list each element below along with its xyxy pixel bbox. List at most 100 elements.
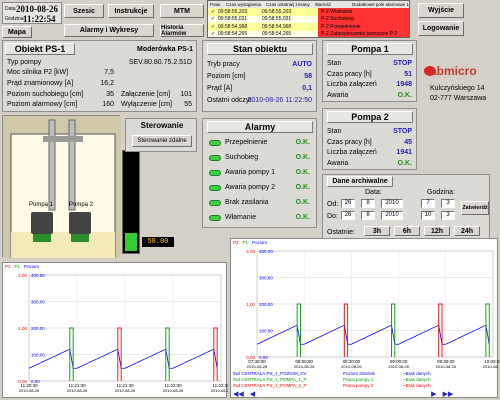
range-3h-button[interactable]: 3h — [364, 226, 390, 236]
alarm-text: P-2 Suchobieg — [318, 15, 409, 23]
chart-legend-row[interactable]: \Nd CENTRALA.PS_1_POMPA_2_P Praca pompy 2… — [233, 383, 497, 389]
do-month-field[interactable]: 8 — [361, 211, 375, 220]
typ-pompy-label: Typ pompy — [7, 59, 42, 66]
nav-next-icon[interactable]: ▶ — [431, 390, 436, 398]
p1-czas-label: Czas pracy [h] — [327, 71, 372, 78]
alarm-last-time: 09:58:54,968 — [262, 23, 292, 30]
alarm-table-row[interactable]: ✓ 09:58:55,203 09:58:55,203 P-2 Wlamanie — [208, 8, 409, 16]
range-12h-button[interactable]: 12h — [424, 226, 450, 236]
p2-liczba-value: 1941 — [396, 149, 412, 156]
prad-value: 0,1 — [302, 85, 312, 92]
zatwierdz-button[interactable]: Zatwierdź — [461, 201, 489, 215]
check-icon: ✓ — [210, 16, 216, 23]
x-date: 2010-08-26 — [163, 388, 184, 393]
pump-station-schematic: Pompa 1 Pompa 2 — [2, 115, 121, 259]
od-month-field[interactable]: 8 — [361, 199, 375, 208]
alarm-label: Awaria pompy 2 — [225, 184, 276, 191]
nav-first-icon[interactable]: ◀◀ — [233, 390, 244, 398]
do-year-field[interactable]: 2010 — [381, 211, 403, 220]
logowanie-button[interactable]: Logowanie — [418, 21, 464, 36]
y-right-tick: 300,00 — [259, 276, 273, 281]
poziom-label: Poziom [cm] — [207, 73, 246, 80]
alarm-table: Potw. Czas wystąpienia Czas ostatniej zm… — [207, 0, 410, 38]
y-right-tick: 200,00 — [259, 302, 273, 307]
stan-panel: Stan obiektu Tryb pracy AUTO Poziom [cm]… — [202, 40, 317, 112]
logo-text: abmicro — [430, 64, 477, 78]
do-hour-field[interactable]: 10 — [421, 211, 435, 220]
wyjscie-button[interactable]: Wyjście — [418, 3, 464, 18]
legend-series-state: ~Brak danych — [403, 383, 431, 388]
date-time-box: Data 2010-08-26 Godzina 11:22:54 — [2, 2, 62, 24]
y-left-tick: 2,00 — [18, 273, 27, 278]
y-right-tick: 300,00 — [31, 300, 45, 305]
alarm-text: P-2 Zabezpieczenie termiczne P-2 — [318, 30, 409, 37]
historia-alarmow-button[interactable]: Historia Alarmów — [160, 24, 204, 37]
tryb-label: Tryb pracy — [207, 61, 240, 68]
od-day-field[interactable]: 26 — [341, 199, 355, 208]
instrukcje-button[interactable]: Instrukcje — [108, 4, 154, 18]
chart-left-frame: P2 P1 Poziom 400,00 300,00 200,00 100,00 0,0… — [2, 262, 228, 398]
level-gauge — [122, 150, 140, 254]
check-icon: ✓ — [210, 8, 216, 15]
szesic-button[interactable]: Szesic — [64, 4, 104, 18]
wylaczenie-value: 55 — [184, 101, 192, 108]
col-czas-zmiany: Czas ostatniej zmiany — [266, 2, 310, 7]
alarm-led-icon — [209, 185, 221, 191]
alarm-label: Awaria pompy 1 — [225, 169, 276, 176]
range-24h-button[interactable]: 24h — [454, 226, 480, 236]
od-year-field[interactable]: 2010 — [381, 199, 403, 208]
x-date: 2010-08-26 — [483, 364, 499, 369]
x-date: 2010-08-26 — [67, 388, 88, 393]
do-minute-field[interactable]: 3 — [441, 211, 455, 220]
stan-title: Stan obiektu — [207, 43, 313, 55]
mtm-button[interactable]: MTM — [160, 4, 204, 18]
level-gauge-fill — [125, 233, 137, 251]
schematic-graphic — [3, 116, 121, 259]
pompa2-panel: Pompa 2 Stan STOP Czas pracy [h] 45 Licz… — [322, 108, 417, 170]
mapa-button[interactable]: Mapa — [2, 26, 32, 38]
od-minute-field[interactable]: 3 — [441, 199, 455, 208]
alarm-text: P-2 Wlamanie — [318, 8, 409, 16]
pompa1-title: Pompa 1 — [327, 43, 413, 55]
do-day-field[interactable]: 26 — [341, 211, 355, 220]
x-date: 2010-08-26 — [19, 388, 40, 393]
window-side-bar — [468, 0, 500, 38]
tryb-value: AUTO — [292, 61, 312, 68]
archiwalne-title: Dane archiwalne — [327, 176, 393, 187]
obiekt-panel: Obiekt PS-1 Moderówka PS-1 Typ pompy SEV… — [2, 40, 197, 112]
alarm-led-icon — [209, 155, 221, 161]
suchobieg-value: 35 — [106, 91, 114, 98]
p1-liczba-label: Liczba załączeń — [327, 81, 377, 88]
nav-prev-icon[interactable]: ◀ — [250, 390, 255, 398]
y-right-tick: 400,00 — [31, 273, 45, 278]
alarmowy-label: Poziom alarmowy [cm] — [7, 101, 78, 108]
suchobieg-label: Poziom suchobiegu [cm] — [7, 91, 84, 98]
sterowanie-zdalne-button[interactable]: Sterowanie zdalne — [132, 135, 192, 147]
range-6h-button[interactable]: 6h — [394, 226, 420, 236]
od-hour-field[interactable]: 7 — [421, 199, 435, 208]
p2-awaria-value: O.K. — [397, 160, 412, 167]
alarm-table-row[interactable]: ✓ 09:58:54,968 09:58:54,968 P-2 Przepełnien… — [208, 23, 409, 31]
alarm-led-icon — [209, 170, 221, 176]
x-date: 2010-08-26 — [388, 364, 409, 369]
alarm-text: P-2 Przepełnienie — [318, 23, 409, 31]
obiekt-subtitle: Moderówka PS-1 — [137, 46, 194, 53]
zalaczenie-label: Załączenie [cm] — [121, 91, 171, 98]
alarm-table-row[interactable]: ✓ 09:58:55,031 09:58:55,031 P-2 Suchobieg — [208, 15, 409, 23]
p2-czas-label: Czas pracy [h] — [327, 139, 372, 146]
chart-right-nav: ◀◀ ◀ ▶ ▶▶ — [233, 390, 497, 398]
alarm-status: O.K. — [295, 169, 310, 176]
alarm-last-time: 09:58:55,031 — [262, 16, 292, 23]
nav-last-icon[interactable]: ▶▶ — [443, 390, 454, 398]
y-right-tick: 100,00 — [31, 353, 45, 358]
y-left-tick: 1,00 — [246, 302, 255, 307]
date-label: Data — [5, 6, 16, 12]
alarm-status: O.K. — [295, 154, 310, 161]
alarm-last-time: 09:58:54,265 — [262, 31, 292, 38]
alarmy-wykresy-button[interactable]: Alarmy i Wykresy — [64, 24, 154, 37]
alarm-label: Suchobieg — [225, 154, 259, 161]
p1-liczba-value: 1948 — [396, 81, 412, 88]
chart-right-frame: P2 P1 Poziom 400,00 300,00 200,00 100,00 0,0… — [230, 238, 499, 398]
odczyt-label: Ostatni odczyt — [207, 97, 252, 104]
alarm-table-row[interactable]: ✓ 09:58:54,265 09:58:54,265 P-2 Zabezpiecze… — [208, 30, 409, 38]
